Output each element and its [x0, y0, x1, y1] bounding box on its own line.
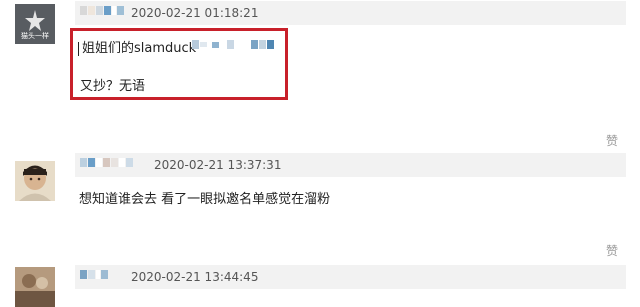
like-button[interactable]: 赞 [606, 134, 618, 148]
avatar-image [15, 161, 55, 201]
username-mosaic[interactable] [80, 158, 133, 167]
comment-item: 2020-02-21 13:37:31 想知道谁会去 看了一眼拟邀名单感觉在溜粉… [0, 152, 640, 258]
comment-timestamp: 2020-02-21 01:18:21 [131, 6, 259, 20]
username-mosaic[interactable] [80, 6, 124, 15]
avatar[interactable] [15, 161, 55, 201]
comment-timestamp: 2020-02-21 13:37:31 [154, 158, 282, 172]
username-mosaic[interactable] [80, 270, 108, 279]
text-cursor [78, 42, 79, 56]
redacted-mosaic [192, 40, 234, 49]
avatar-image [15, 267, 55, 307]
avatar[interactable] [15, 267, 55, 307]
comment-item: 猫头一样 2020-02-21 01:18:21 姐姐们的slamduck 又抄… [0, 0, 640, 148]
avatar[interactable]: 猫头一样 [15, 4, 55, 44]
comment-timestamp: 2020-02-21 13:44:45 [131, 270, 259, 284]
comment-text-line: 想知道谁会去 看了一眼拟邀名单感觉在溜粉 [79, 192, 331, 207]
comment-text-line: 姐姐们的slamduck [82, 41, 197, 56]
comment-item: 2020-02-21 13:44:45 [0, 264, 640, 307]
comment-text-line: 又抄？无语 [80, 79, 146, 94]
redacted-mosaic [251, 40, 274, 49]
like-button[interactable]: 赞 [606, 244, 618, 258]
avatar-caption: 猫头一样 [21, 32, 49, 40]
